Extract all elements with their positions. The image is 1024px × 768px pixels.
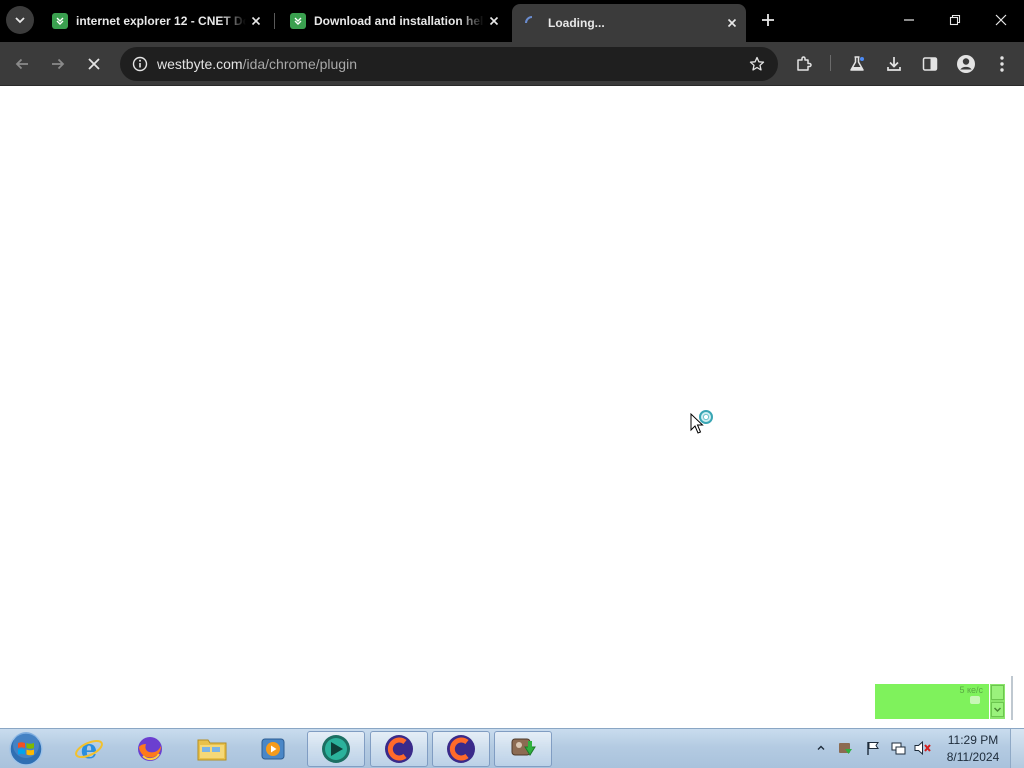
- downloads-button[interactable]: [880, 50, 908, 78]
- clock-time: 11:29 PM: [947, 733, 999, 747]
- page-content: [0, 87, 1024, 728]
- avatar-icon: [957, 55, 975, 73]
- widget-expand-button[interactable]: [991, 702, 1004, 717]
- speaker-muted-icon: [914, 740, 931, 756]
- tab-strip: internet explorer 12 - CNET Do Download …: [0, 0, 1024, 42]
- tab-separator: [274, 13, 275, 29]
- svg-text:e: e: [81, 735, 98, 764]
- tab-loading-active[interactable]: Loading...: [512, 4, 746, 42]
- tray-app-icon[interactable]: [836, 739, 854, 757]
- chevron-up-icon: [817, 745, 825, 750]
- teal-app-taskbar-button[interactable]: [307, 731, 365, 767]
- ccleaner-icon: [385, 735, 413, 763]
- windows-logo-icon: [9, 732, 43, 766]
- bookmark-star-icon[interactable]: [746, 53, 768, 75]
- toolbar-divider: [830, 55, 831, 71]
- clock-date: 8/11/2024: [946, 750, 1000, 764]
- side-panel-button[interactable]: [916, 50, 944, 78]
- address-bar[interactable]: westbyte.com/ida/chrome/plugin: [120, 47, 778, 81]
- flask-icon: [850, 56, 864, 71]
- chevron-down-icon: [15, 17, 25, 24]
- start-button[interactable]: [6, 731, 46, 767]
- menu-button[interactable]: [988, 50, 1016, 78]
- close-window-button[interactable]: [978, 0, 1024, 40]
- close-icon: [995, 14, 1007, 26]
- chrome-labs-button[interactable]: [843, 50, 871, 78]
- play-circle-icon: [322, 735, 350, 763]
- action-center-icon[interactable]: [864, 739, 882, 757]
- folder-icon: [197, 739, 227, 761]
- download-manager-taskbar-button[interactable]: [494, 731, 552, 767]
- browser-toolbar: westbyte.com/ida/chrome/plugin: [0, 42, 1024, 86]
- download-icon: [887, 57, 901, 71]
- puzzle-icon: [797, 56, 812, 71]
- forward-button[interactable]: [44, 50, 72, 78]
- arrow-left-icon: [15, 58, 28, 70]
- more-vertical-icon: [1000, 56, 1004, 72]
- tab-search-button[interactable]: [6, 6, 34, 34]
- download-manager-icon: [511, 738, 536, 756]
- tab-download-help[interactable]: Download and installation help: [278, 6, 508, 36]
- close-tab-icon[interactable]: [486, 13, 502, 29]
- new-tab-button[interactable]: [756, 8, 780, 32]
- show-desktop-button[interactable]: [1010, 729, 1024, 768]
- restore-button[interactable]: [932, 0, 978, 40]
- media-player-taskbar-button[interactable]: [244, 731, 302, 767]
- network-icon: [891, 742, 906, 755]
- flag-icon: [867, 742, 879, 755]
- speed-label: 5 ке/с: [959, 685, 983, 695]
- network-icon[interactable]: [889, 739, 907, 757]
- media-player-icon: [261, 738, 285, 760]
- busy-cursor-icon: [690, 408, 720, 438]
- side-panel-icon: [922, 57, 938, 71]
- extensions-button[interactable]: [790, 50, 818, 78]
- internet-explorer-taskbar-button[interactable]: e: [60, 731, 118, 767]
- window-edge: [1011, 676, 1013, 720]
- volume-icon[interactable]: [914, 739, 932, 757]
- minimize-button[interactable]: [886, 0, 932, 40]
- ccleaner-icon: [447, 735, 475, 763]
- widget-side-controls: [990, 684, 1005, 719]
- plus-icon: [762, 14, 774, 26]
- tray-app-icon: [839, 743, 852, 754]
- internet-explorer-icon: e: [75, 735, 103, 764]
- url-text[interactable]: westbyte.com/ida/chrome/plugin: [157, 56, 357, 72]
- tab-title: Loading...: [548, 16, 605, 30]
- close-tab-icon[interactable]: [724, 15, 740, 31]
- tab-title: Download and installation help: [314, 14, 484, 28]
- windows-taskbar: e 11:29 PM 8/11/2024: [0, 728, 1024, 768]
- site-info-icon[interactable]: [128, 52, 152, 76]
- url-host: westbyte.com: [157, 56, 243, 72]
- cnet-download-icon: [290, 13, 306, 29]
- system-clock[interactable]: 11:29 PM 8/11/2024: [940, 732, 1006, 766]
- minimize-icon: [904, 19, 914, 21]
- widget-thumbnail: [970, 696, 980, 704]
- stop-icon: [88, 58, 100, 70]
- tab-cnet-ie12[interactable]: internet explorer 12 - CNET Do: [40, 6, 270, 36]
- tab-title: internet explorer 12 - CNET Do: [76, 14, 246, 28]
- chevron-down-icon: [993, 707, 1002, 713]
- show-hidden-icons-button[interactable]: [812, 739, 830, 757]
- stop-loading-button[interactable]: [80, 50, 108, 78]
- url-path: /ida/chrome/plugin: [242, 56, 357, 72]
- arrow-right-icon: [52, 58, 65, 70]
- profile-button[interactable]: [952, 50, 980, 78]
- firefox-icon: [138, 737, 162, 761]
- close-tab-icon[interactable]: [248, 13, 264, 29]
- cnet-download-icon: [52, 13, 68, 29]
- ccleaner-taskbar-button[interactable]: [370, 731, 428, 767]
- widget-close-button[interactable]: [991, 685, 1004, 700]
- download-speed-widget[interactable]: 5 ке/с: [875, 684, 989, 719]
- file-explorer-taskbar-button[interactable]: [183, 731, 241, 767]
- loading-spinner-icon: [524, 15, 540, 31]
- restore-icon: [949, 14, 961, 26]
- back-button[interactable]: [8, 50, 36, 78]
- ccleaner-second-taskbar-button[interactable]: [432, 731, 490, 767]
- firefox-taskbar-button[interactable]: [121, 731, 179, 767]
